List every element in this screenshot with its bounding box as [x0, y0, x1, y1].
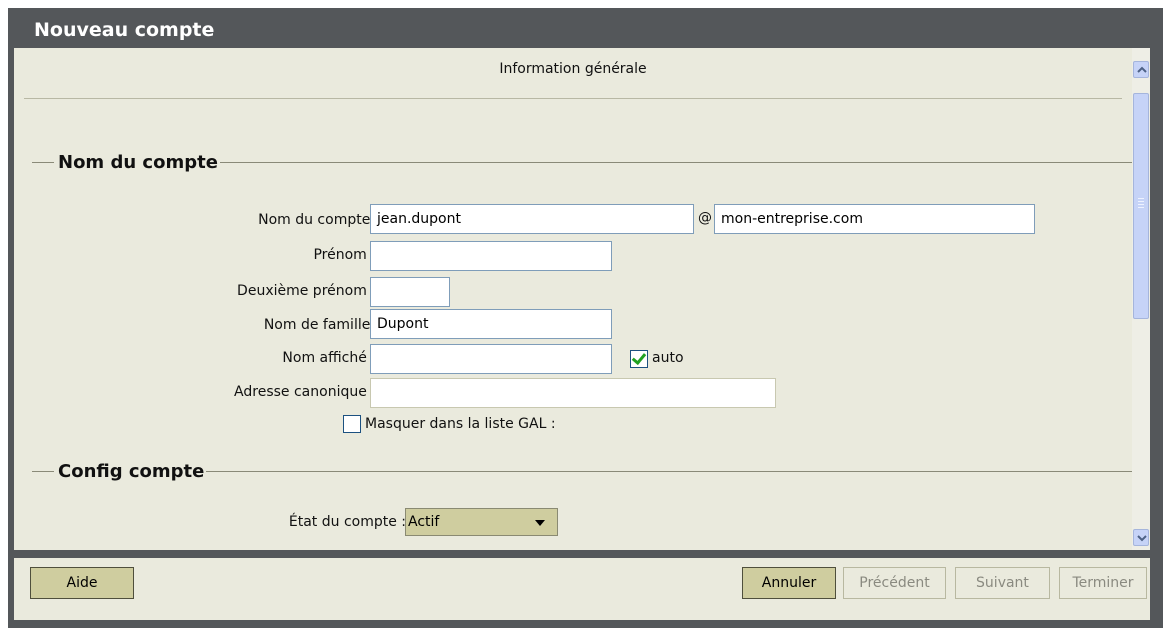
page-title: Information générale: [499, 61, 647, 77]
at-sign: @: [698, 210, 712, 226]
help-button[interactable]: Aide: [30, 567, 134, 599]
account-name-label: Nom du compte :*: [258, 210, 387, 228]
account-state-label: État du compte :: [288, 514, 406, 530]
dialog-content: Information générale Nom du compte Nom d…: [14, 48, 1150, 550]
new-account-dialog: Nouveau compte Information générale Nom …: [8, 8, 1163, 628]
dialog-title: Nouveau compte: [34, 19, 215, 41]
scroll-thumb[interactable]: [1133, 93, 1149, 319]
vertical-scrollbar[interactable]: [1132, 48, 1150, 550]
middle-name-label: Deuxième prénom :: [237, 283, 376, 299]
chevron-up-icon: [1137, 66, 1147, 73]
dialog-footer: Aide Annuler Précédent Suivant Terminer: [14, 558, 1150, 620]
account-state-select[interactable]: Actif: [405, 508, 558, 536]
header-divider: [24, 98, 1122, 99]
last-name-label: Nom de famille :*: [264, 315, 387, 333]
cancel-button[interactable]: Annuler: [742, 567, 836, 599]
hide-gal-checkbox[interactable]: [343, 415, 361, 433]
previous-button[interactable]: Précédent: [843, 567, 946, 599]
display-name-label: Nom affiché :: [282, 350, 376, 366]
finish-button[interactable]: Terminer: [1059, 567, 1147, 599]
canonical-address-input[interactable]: [370, 378, 776, 408]
canonical-address-label: Adresse canonique :: [234, 384, 376, 400]
section-account-config-title: Config compte: [58, 460, 205, 482]
section-account-name: Nom du compte: [32, 150, 1132, 174]
first-name-label: Prénom :: [313, 247, 376, 263]
account-state-value: Actif: [408, 514, 440, 530]
scroll-up-button[interactable]: [1133, 61, 1149, 78]
section-account-name-title: Nom du compte: [58, 151, 218, 173]
section-account-config: Config compte: [32, 459, 1132, 483]
last-name-input[interactable]: Dupont: [370, 309, 612, 339]
display-name-auto-label: auto: [652, 350, 684, 366]
domain-input[interactable]: mon-entreprise.com: [714, 204, 1035, 234]
middle-name-input[interactable]: [370, 277, 450, 307]
hide-gal-label: Masquer dans la liste GAL :: [365, 416, 556, 432]
scroll-down-button[interactable]: [1133, 529, 1149, 546]
first-name-input[interactable]: [370, 241, 612, 271]
display-name-auto-checkbox[interactable]: [630, 350, 648, 368]
chevron-down-icon: [1137, 535, 1147, 542]
display-name-input[interactable]: [370, 344, 612, 374]
chevron-down-icon: [535, 520, 545, 526]
account-name-input[interactable]: jean.dupont: [370, 204, 694, 234]
next-button[interactable]: Suivant: [955, 567, 1050, 599]
